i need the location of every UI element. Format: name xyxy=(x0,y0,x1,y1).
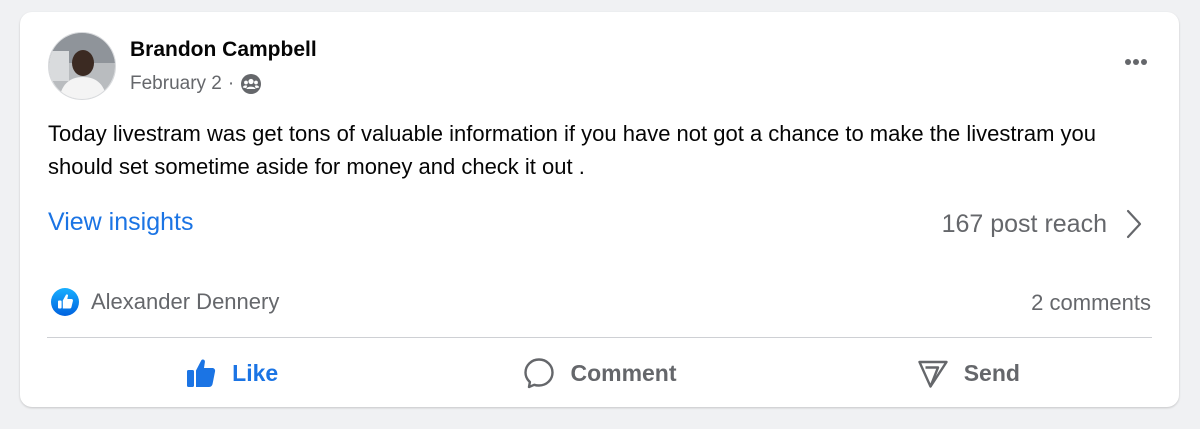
chevron-right-icon xyxy=(1126,209,1142,239)
send-icon xyxy=(918,360,948,388)
post-meta: February 2 · xyxy=(130,73,262,95)
post-text: Today livestram was get tons of valuable… xyxy=(48,121,1096,179)
post-reach-label: 167 post reach xyxy=(941,209,1107,238)
comment-button[interactable]: Comment xyxy=(415,344,783,402)
more-options-icon[interactable] xyxy=(1119,50,1153,74)
comment-icon xyxy=(524,358,555,389)
like-button[interactable]: Like xyxy=(47,344,415,402)
reactor-name: Alexander Dennery xyxy=(91,289,280,314)
view-insights-link[interactable]: View insights xyxy=(48,208,193,237)
avatar[interactable] xyxy=(48,32,116,100)
author-name[interactable]: Brandon Campbell xyxy=(130,38,317,62)
post-actions: Like Comment Send xyxy=(47,344,1152,402)
send-button[interactable]: Send xyxy=(784,344,1152,402)
post-reach[interactable]: 167 post reach xyxy=(942,208,1143,240)
divider xyxy=(47,337,1152,338)
like-label: Like xyxy=(232,359,279,386)
meta-separator: · xyxy=(227,73,235,94)
friends-icon[interactable] xyxy=(240,73,262,95)
send-label: Send xyxy=(963,359,1020,386)
post-card: Brandon Campbell February 2 · Today live… xyxy=(20,12,1179,407)
comment-label: Comment xyxy=(570,359,677,386)
like-reaction-icon xyxy=(51,288,79,316)
reactions-summary[interactable]: Alexander Dennery xyxy=(50,287,279,317)
comments-count[interactable]: 2 comments xyxy=(1031,290,1151,316)
like-icon xyxy=(187,359,216,387)
post-date[interactable]: February 2 xyxy=(130,73,222,95)
